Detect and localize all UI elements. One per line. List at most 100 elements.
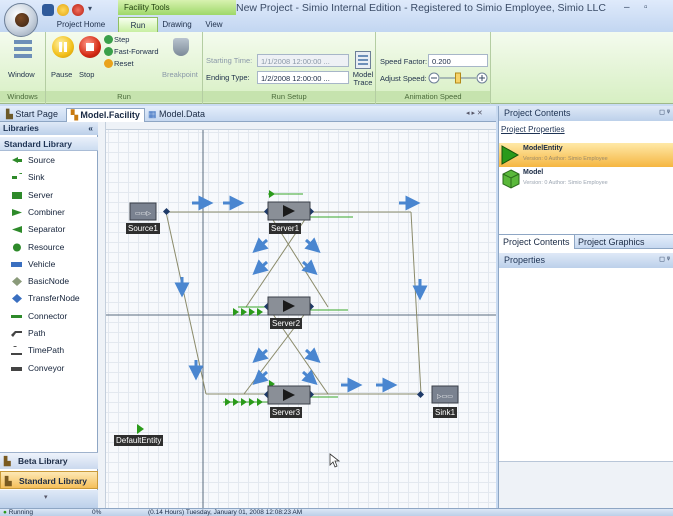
sink1-object[interactable]: ▷▭▭: [431, 385, 459, 404]
window-icon[interactable]: [13, 38, 33, 60]
svg-text:▭▭▷: ▭▭▷: [135, 211, 151, 217]
step-button-label[interactable]: Step: [114, 35, 129, 44]
fast-forward-icon[interactable]: [104, 47, 113, 56]
speed-factor-field[interactable]: 0.200: [428, 54, 488, 67]
library-footer: ▾: [0, 490, 98, 508]
breakpoint-button-label[interactable]: Breakpoint: [162, 70, 198, 79]
properties-title: Properties: [504, 255, 546, 265]
run-quick-icon[interactable]: [57, 4, 69, 16]
tab-view[interactable]: View: [196, 17, 232, 32]
ending-type-label: Ending Type:: [206, 73, 250, 82]
slider-thumb[interactable]: [455, 72, 461, 84]
library-item-path[interactable]: Path: [0, 325, 98, 342]
pause-button-label[interactable]: Pause: [51, 70, 72, 79]
stop-button-label[interactable]: Stop: [79, 70, 94, 79]
adjust-speed-label: Adjust Speed:: [380, 74, 427, 83]
standard-library-title[interactable]: Standard Library: [0, 137, 98, 151]
pin-icon[interactable]: ◻ ᵠ: [659, 255, 670, 263]
window-button-label[interactable]: Window: [8, 70, 35, 79]
transfernode-icon: [12, 294, 22, 304]
project-item-meta: Version: 0 Author: Simio Employee: [523, 180, 608, 186]
project-item-model[interactable]: Model Version: 0 Author: Simio Employee: [499, 167, 673, 191]
tab-start-page[interactable]: ▙ Start Page: [2, 108, 62, 122]
sink1-label[interactable]: Sink1: [433, 407, 458, 418]
library-item-vehicle[interactable]: Vehicle: [0, 256, 98, 273]
group-label-run-setup: Run Setup: [203, 91, 375, 102]
collapse-icon[interactable]: «: [88, 123, 93, 133]
server1-object[interactable]: [267, 201, 311, 221]
connector-icon: [11, 314, 22, 318]
model-trace-button-label[interactable]: Model Trace: [351, 71, 375, 87]
library-item-transfernode[interactable]: TransferNode: [0, 290, 98, 307]
project-item-modelentity[interactable]: ModelEntity Version: 0 Author: Simio Emp…: [499, 143, 673, 167]
group-label-run: Run: [46, 91, 202, 102]
library-item-conveyor[interactable]: Conveyor: [0, 360, 98, 377]
adjust-speed-slider[interactable]: [428, 71, 488, 85]
fast-forward-button-label[interactable]: Fast-Forward: [114, 47, 159, 56]
libraries-panel: Libraries « Standard Library Source Sink Se…: [0, 122, 98, 508]
standard-library-button[interactable]: ▙ Standard Library: [0, 471, 98, 489]
breakpoint-icon[interactable]: [173, 38, 189, 56]
library-item-resource[interactable]: Resource: [0, 239, 98, 256]
expand-chevron-icon[interactable]: ▾: [44, 493, 48, 501]
libraries-header: Libraries «: [0, 122, 98, 135]
doc-tab-controls[interactable]: ◂ ▸ ✕: [466, 109, 483, 117]
library-item-connector[interactable]: Connector: [0, 308, 98, 325]
source1-label[interactable]: Source1: [126, 223, 160, 234]
library-item-basicnode[interactable]: BasicNode: [0, 273, 98, 290]
pause-icon[interactable]: [52, 36, 74, 58]
library-item-label: Server: [28, 189, 54, 200]
server3-object[interactable]: [267, 385, 311, 405]
save-icon[interactable]: [42, 4, 54, 16]
server2-object[interactable]: [267, 296, 311, 316]
server2-label[interactable]: Server2: [270, 318, 303, 329]
library-item-label: Path: [28, 328, 46, 338]
pin-icon[interactable]: ◻ ᵠ: [659, 108, 670, 116]
minimize-button[interactable]: –: [624, 2, 630, 13]
library-item-label: BasicNode: [28, 276, 70, 287]
facility-canvas[interactable]: ▭▭▷ ▷▭▭ Source1 Server1 Server2 Server3 …: [98, 122, 496, 508]
library-item-separator[interactable]: Separator: [0, 221, 98, 238]
ribbon-group-run-setup: Starting Time: 1/1/2008 12:00:00 ... End…: [203, 32, 376, 104]
quick-access-dropdown-icon[interactable]: ▾: [88, 4, 92, 13]
server3-label[interactable]: Server3: [270, 407, 303, 418]
starting-time-field[interactable]: 1/1/2008 12:00:00 ...: [257, 54, 349, 67]
reset-button-label[interactable]: Reset: [114, 59, 134, 68]
source1-object[interactable]: ▭▭▷: [129, 202, 157, 221]
tab-run[interactable]: Run: [118, 17, 158, 32]
beta-library-label: Beta Library: [18, 456, 68, 466]
tab-project-graphics[interactable]: Project Graphics: [574, 235, 649, 249]
progress-percent: 0%: [92, 509, 102, 516]
server1-label[interactable]: Server1: [269, 223, 302, 234]
maximize-button[interactable]: ▫: [644, 2, 648, 13]
ending-type-field[interactable]: 1/2/2008 12:00:00 ...: [257, 71, 349, 84]
stop-quick-icon[interactable]: [72, 4, 84, 16]
tab-model-data[interactable]: ▦ Model.Data: [144, 108, 209, 122]
default-entity-label[interactable]: DefaultEntity: [114, 435, 164, 446]
tab-project-contents[interactable]: Project Contents: [499, 235, 575, 249]
library-item-sink[interactable]: Sink: [0, 169, 98, 186]
resource-icon: [12, 243, 21, 251]
library-item-label: TimePath: [28, 345, 65, 356]
project-item-name: Model: [523, 169, 544, 176]
facility-drawing: ▭▭▷ ▷▭▭: [106, 130, 496, 508]
tab-drawing[interactable]: Drawing: [158, 17, 196, 32]
step-icon[interactable]: [104, 35, 113, 44]
library-item-source[interactable]: Source: [0, 152, 98, 169]
ribbon-group-run: Pause Stop Step Fast-Forward Reset Break…: [46, 32, 203, 104]
application-menu-button[interactable]: [4, 3, 38, 37]
library-item-timepath[interactable]: TimePath: [0, 342, 98, 359]
reset-icon[interactable]: [104, 59, 113, 68]
tab-project-home[interactable]: Project Home: [44, 17, 118, 32]
tab-model-facility-label: Model.Facility: [80, 110, 140, 120]
stop-icon[interactable]: [79, 36, 101, 58]
library-item-combiner[interactable]: Combiner: [0, 204, 98, 221]
status-bar: ● Running 0% (0.14 Hours) Tuesday, Janua…: [0, 508, 673, 516]
model-trace-icon[interactable]: [355, 51, 371, 69]
library-item-server[interactable]: Server: [0, 187, 98, 204]
beta-library-button[interactable]: ▙ Beta Library: [0, 452, 98, 469]
tab-model-facility[interactable]: ▚ Model.Facility: [66, 108, 145, 122]
project-properties-link[interactable]: Project Properties: [501, 125, 565, 134]
mouse-cursor-icon: [329, 453, 341, 468]
path-icon: [11, 331, 22, 337]
